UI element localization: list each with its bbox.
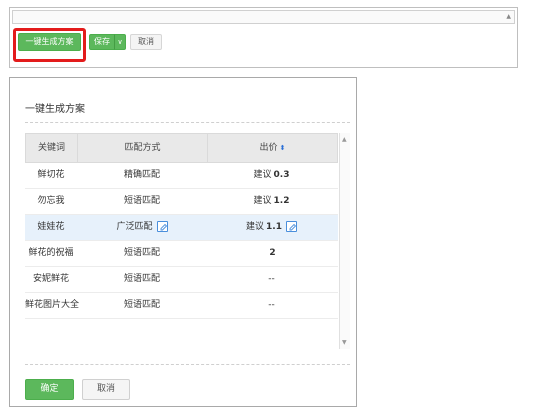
cell-keyword: 鲜切花 [37,170,65,180]
bid-value: -- [268,300,275,310]
generate-plan-button[interactable]: 一键生成方案 [18,33,81,51]
divider-top [25,122,350,123]
cell-match: 短语匹配 [123,274,160,284]
table-row-hovered[interactable]: 娃娃花 广泛匹配 建议 1.1 [25,215,338,241]
bid-prefix: 建议 [253,196,272,206]
table-row[interactable]: 鲜花的祝福 短语匹配 2 [25,241,338,267]
column-header-keyword: 关键词 [26,134,78,162]
save-dropdown-chevron-down-icon[interactable]: ∨ [114,34,126,50]
cell-bid: 2 [207,241,336,266]
bid-prefix: 建议 [253,170,272,180]
bid-value: -- [268,274,275,284]
cell-bid: 建议 1.1 [207,215,336,240]
bid-value: 0.3 [273,170,290,180]
confirm-button[interactable]: 确定 [25,379,74,400]
column-header-match: 匹配方式 [78,134,208,162]
table-row[interactable]: 鲜花图片大全 短语匹配 -- [25,293,338,319]
scroll-up-icon[interactable]: ▲ [506,13,511,21]
dialog-title: 一键生成方案 [25,104,85,115]
cell-bid: -- [207,267,336,292]
divider-bottom [25,364,350,365]
table-header: 关键词 匹配方式 出价 ⬍ [25,133,338,163]
match-label: 广泛匹配 [116,222,153,232]
cell-keyword: 鲜花图片大全 [25,300,80,310]
cell-bid: 建议 1.2 [207,189,336,214]
cell-match: 短语匹配 [123,196,160,206]
table-row[interactable]: 鲜切花 精确匹配 建议 0.3 [25,163,338,189]
keyword-input-area[interactable]: ▲ [12,10,515,24]
bid-value: 1.2 [273,196,290,206]
editor-panel: ▲ 一键生成方案 保存 ∨ 取消 [9,7,518,68]
bid-value: 2 [269,248,276,258]
sort-icon[interactable]: ⬍ [280,144,286,152]
table-body: 鲜切花 精确匹配 建议 0.3 勿忘我 短语匹配 建议 1.2 娃娃花 广泛匹配 建… [25,163,338,319]
cell-keyword: 勿忘我 [37,196,65,206]
cell-bid: 建议 0.3 [207,163,336,188]
cell-keyword: 鲜花的祝福 [28,248,74,258]
table-row[interactable]: 勿忘我 短语匹配 建议 1.2 [25,189,338,215]
generate-plan-dialog: 一键生成方案 关键词 匹配方式 出价 ⬍ 鲜切花 精确匹配 建议 0.3 勿忘我 短… [9,77,357,407]
column-header-bid-label: 出价 [259,143,278,153]
edit-bid-icon[interactable] [285,221,297,232]
edit-match-icon[interactable] [156,221,168,232]
cell-match: 广泛匹配 [77,215,207,240]
scroll-down-icon[interactable]: ▼ [342,339,347,346]
bid-prefix: 建议 [246,222,265,232]
table-scrollbar[interactable]: ▲ ▼ [339,133,350,349]
cell-match: 短语匹配 [123,300,160,310]
cell-match: 精确匹配 [123,170,160,180]
cell-match: 短语匹配 [123,248,160,258]
column-header-bid[interactable]: 出价 ⬍ [208,134,337,162]
keyword-table: 关键词 匹配方式 出价 ⬍ 鲜切花 精确匹配 建议 0.3 勿忘我 短语匹配 建议 1… [25,133,350,349]
cancel-button[interactable]: 取消 [82,379,130,400]
cell-keyword: 娃娃花 [37,222,65,232]
table-row[interactable]: 安妮鲜花 短语匹配 -- [25,267,338,293]
save-button[interactable]: 保存 [89,34,115,50]
cell-keyword: 安妮鲜花 [32,274,69,284]
bid-value: 1.1 [266,222,282,232]
scroll-up-icon[interactable]: ▲ [342,136,347,143]
cell-bid: -- [207,293,336,318]
cancel-button-top[interactable]: 取消 [130,34,162,50]
